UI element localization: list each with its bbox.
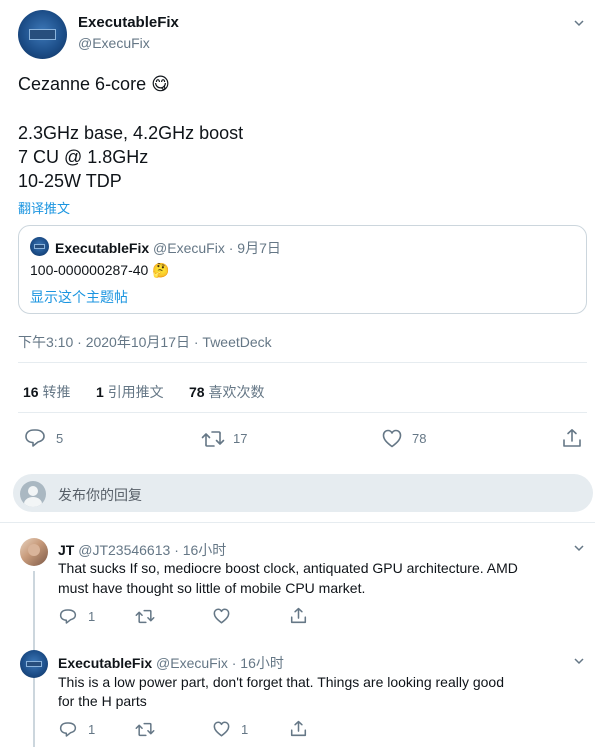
yum-emoji: 😋 xyxy=(151,74,170,94)
reply-1-like-button[interactable] xyxy=(213,608,230,624)
reply-2-like-count: 1 xyxy=(241,722,249,737)
reply-input-placeholder[interactable]: 发布你的回复 xyxy=(58,485,142,505)
share-icon xyxy=(563,429,581,447)
show-thread-link[interactable]: 显示这个主题帖 xyxy=(30,287,128,307)
tweet-text-line-3: 7 CU @ 1.8GHz xyxy=(18,147,149,167)
tweet-menu-chevron-icon[interactable] xyxy=(574,16,584,31)
reply-button[interactable] xyxy=(24,428,46,448)
composer-avatar xyxy=(20,481,46,507)
reply-1-text-line-2: must have thought so little of mobile CP… xyxy=(58,580,366,596)
likes-stat[interactable]: 78 喜欢次数 xyxy=(189,382,264,402)
reply-2-author-handle[interactable]: @ExecuFix xyxy=(156,655,228,671)
quotes-stat[interactable]: 1 引用推文 xyxy=(96,382,164,402)
translate-tweet-link[interactable]: 翻译推文 xyxy=(18,198,70,217)
reply-1-retweet-button[interactable] xyxy=(135,609,155,624)
share-button[interactable] xyxy=(562,428,582,448)
heart-icon xyxy=(213,721,230,737)
tweet-text-line-1: Cezanne 6-core 😋 xyxy=(18,74,170,95)
quoted-author-line: ExecutableFix @ExecuFix · 9月7日 xyxy=(55,238,281,258)
reply-1-avatar[interactable] xyxy=(20,538,48,566)
quotes-label: 引用推文 xyxy=(107,384,164,400)
share-icon xyxy=(290,607,307,624)
reply-1-text-line-1: That sucks If so, mediocre boost clock, … xyxy=(58,560,518,576)
thinking-emoji: 🤔 xyxy=(152,262,170,278)
author-avatar[interactable] xyxy=(18,10,67,59)
reply-icon xyxy=(59,609,77,624)
reply-2-avatar[interactable] xyxy=(20,650,48,678)
reply-2-share-button[interactable] xyxy=(290,720,307,737)
reply-1-header: JT @JT23546613 · 16小时 xyxy=(58,540,226,560)
reply-1-author-handle[interactable]: @JT23546613 xyxy=(78,542,170,558)
reply-1-menu-chevron-icon[interactable] xyxy=(574,541,584,556)
tweet-text-line-2: 2.3GHz base, 4.2GHz boost xyxy=(18,123,244,143)
retweet-count: 17 xyxy=(233,431,248,446)
retweets-label: 转推 xyxy=(42,384,71,400)
retweets-stat[interactable]: 16 转推 xyxy=(23,382,70,402)
reply-1-reply-count: 1 xyxy=(88,609,96,624)
reply-2-reply-count: 1 xyxy=(88,722,96,737)
reply-2-text-line-1: This is a low power part, don't forget t… xyxy=(58,674,504,690)
tweet-timestamp[interactable]: 下午3:10 · 2020年10月17日 · TweetDeck xyxy=(18,332,272,352)
reply-1-time[interactable]: · 16小时 xyxy=(174,542,226,558)
reply-2-retweet-button[interactable] xyxy=(135,722,155,737)
like-count: 78 xyxy=(412,431,427,446)
divider xyxy=(18,412,587,413)
retweet-icon xyxy=(135,609,155,624)
heart-icon xyxy=(382,429,402,448)
like-button[interactable] xyxy=(382,429,402,448)
quoted-text: 100-000000287-40 🤔 xyxy=(30,262,170,279)
retweet-icon xyxy=(201,431,225,447)
reply-1-reply-button[interactable] xyxy=(59,608,77,625)
reply-2-menu-chevron-icon[interactable] xyxy=(574,654,584,669)
author-name[interactable]: ExecutableFix xyxy=(78,14,179,31)
retweet-icon xyxy=(135,722,155,737)
heart-icon xyxy=(213,608,230,624)
quotes-count: 1 xyxy=(96,384,104,400)
reply-2-like-button[interactable] xyxy=(213,721,230,737)
reply-2-text-line-2: for the H parts xyxy=(58,693,147,709)
reply-1-author-name[interactable]: JT xyxy=(58,542,74,558)
quoted-author-name: ExecutableFix xyxy=(55,240,150,256)
reply-2-header: ExecutableFix @ExecuFix · 16小时 xyxy=(58,653,284,673)
quoted-text-value: 100-000000287-40 xyxy=(30,262,149,278)
quoted-author-avatar xyxy=(30,237,49,256)
reply-1-share-button[interactable] xyxy=(290,607,307,624)
retweets-count: 16 xyxy=(23,384,39,400)
reply-2-reply-button[interactable] xyxy=(59,721,77,738)
quoted-date: · 9月7日 xyxy=(228,240,281,256)
author-handle[interactable]: @ExecuFix xyxy=(78,35,150,51)
divider xyxy=(18,362,587,363)
likes-count: 78 xyxy=(189,384,205,400)
quoted-author-handle: @ExecuFix xyxy=(153,240,225,256)
tweet-text-segment: Cezanne 6-core xyxy=(18,74,147,94)
reply-2-time[interactable]: · 16小时 xyxy=(232,655,284,671)
reply-icon xyxy=(59,722,77,737)
reply-2-author-name[interactable]: ExecutableFix xyxy=(58,655,152,671)
retweet-button[interactable] xyxy=(201,430,225,448)
likes-label: 喜欢次数 xyxy=(208,384,265,400)
tweet-text-line-4: 10-25W TDP xyxy=(18,171,122,191)
divider xyxy=(0,522,595,523)
reply-icon xyxy=(25,429,45,447)
reply-count: 5 xyxy=(56,431,64,446)
share-icon xyxy=(290,720,307,737)
